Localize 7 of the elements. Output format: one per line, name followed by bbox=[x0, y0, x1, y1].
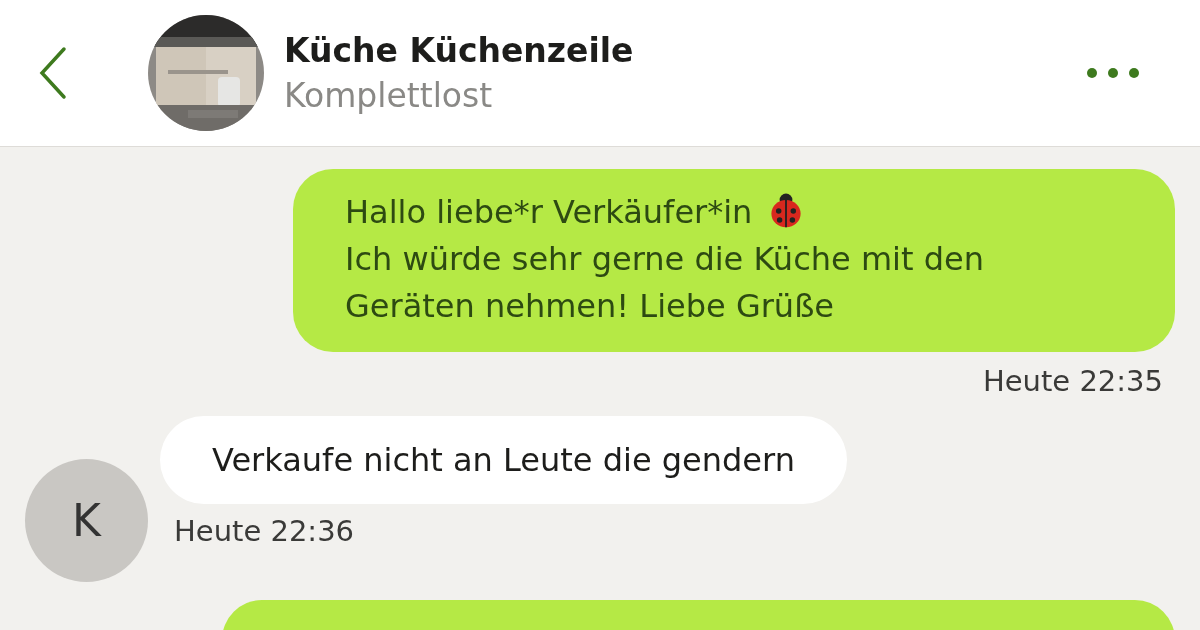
message-bubble: Hallo liebe*r Verkäufer*in Ich würde sehr gerne die Küche mit den Geräten nehmen! Liebe Grüße bbox=[293, 169, 1175, 352]
sender-avatar: K bbox=[25, 459, 148, 582]
chat-title: Küche Küchenzeile bbox=[284, 31, 635, 70]
message-time: Heute 22:36 bbox=[174, 514, 356, 548]
message-time: Heute 22:35 bbox=[982, 364, 1163, 398]
message-bubble: Verkaufe nicht an Leute die gendern bbox=[160, 416, 847, 504]
chat-subtitle: Komplettlost bbox=[284, 76, 494, 115]
